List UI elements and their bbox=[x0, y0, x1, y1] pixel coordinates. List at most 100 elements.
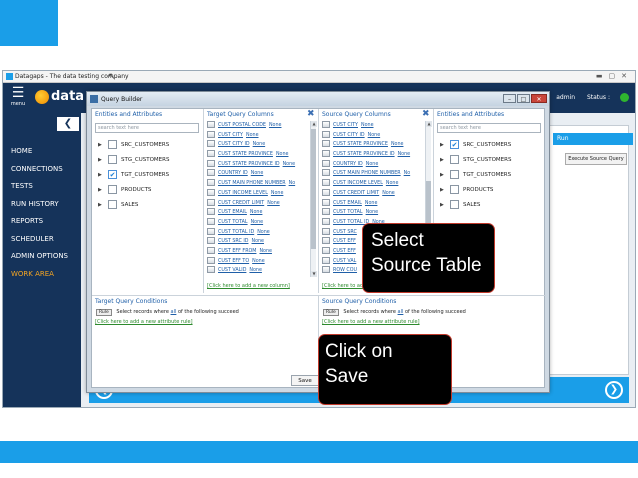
checkbox[interactable] bbox=[108, 155, 117, 164]
sidebar-item-work-area[interactable]: WORK AREA bbox=[11, 266, 79, 284]
column-name-link[interactable]: CUST POSTAL CODE bbox=[218, 123, 266, 128]
column-row[interactable]: CUST VALID None bbox=[207, 266, 295, 276]
column-row[interactable]: CUST TOTAL None bbox=[322, 208, 410, 218]
target-entity-row[interactable]: ▶ STG_CUSTOMERS bbox=[98, 154, 169, 166]
column-row[interactable]: CUST POSTAL CODE None bbox=[207, 121, 295, 131]
column-drag-handle-icon[interactable] bbox=[322, 256, 330, 264]
column-name-link[interactable]: ROW COU bbox=[333, 268, 357, 273]
column-drag-handle-icon[interactable] bbox=[207, 266, 215, 274]
column-name-link[interactable]: CUST EFF FROM bbox=[218, 249, 256, 254]
column-name-link[interactable]: CUST MAIN PHONE NUMBER bbox=[333, 171, 401, 176]
column-name-link[interactable]: COUNTRY ID bbox=[218, 171, 248, 176]
scroll-thumb[interactable] bbox=[311, 129, 316, 249]
source-columns-tool-icon[interactable]: ✖ bbox=[422, 109, 430, 119]
expand-arrow-icon[interactable]: ▶ bbox=[98, 184, 108, 196]
column-drag-handle-icon[interactable] bbox=[207, 140, 215, 148]
expand-arrow-icon[interactable]: ▶ bbox=[98, 169, 108, 181]
expand-arrow-icon[interactable]: ▶ bbox=[440, 154, 450, 166]
column-drag-handle-icon[interactable] bbox=[207, 169, 215, 177]
column-row[interactable]: CUST CITY ID None bbox=[322, 130, 410, 141]
column-row[interactable]: CUST MAIN PHONE NUMBER No bbox=[322, 169, 410, 179]
checkbox[interactable] bbox=[450, 200, 459, 209]
column-drag-handle-icon[interactable] bbox=[207, 256, 215, 264]
checked-checkbox-icon[interactable]: ✔ bbox=[450, 140, 459, 149]
source-quantifier-link[interactable]: all bbox=[398, 309, 404, 315]
source-entity-row[interactable]: ▶ PRODUCTS bbox=[440, 184, 493, 196]
column-aggregate-link[interactable]: None bbox=[366, 162, 379, 167]
column-aggregate-link[interactable]: None bbox=[253, 142, 266, 147]
column-aggregate-link[interactable]: No bbox=[289, 181, 296, 186]
column-drag-handle-icon[interactable] bbox=[322, 150, 330, 158]
column-row[interactable]: CUST CREDIT LIMIT None bbox=[207, 198, 295, 209]
target-entity-row[interactable]: ▶ SRC_CUSTOMERS bbox=[98, 139, 169, 151]
column-name-link[interactable]: CUST STATE PROVINCE ID bbox=[333, 152, 395, 157]
column-drag-handle-icon[interactable] bbox=[207, 130, 215, 138]
expand-arrow-icon[interactable]: ▶ bbox=[440, 169, 450, 181]
column-row[interactable]: CUST EMAIL None bbox=[322, 198, 410, 209]
add-target-column-link[interactable]: [Click here to add a new column] bbox=[207, 283, 290, 289]
sidebar-item-connections[interactable]: CONNECTIONS bbox=[11, 161, 79, 179]
column-name-link[interactable]: CUST VALID bbox=[218, 268, 246, 273]
column-drag-handle-icon[interactable] bbox=[322, 246, 330, 254]
column-aggregate-link[interactable]: None bbox=[251, 171, 264, 176]
column-row[interactable]: CUST CITY None bbox=[322, 121, 410, 131]
column-row[interactable]: CUST STATE PROVINCE None bbox=[322, 140, 410, 150]
window-controls[interactable]: ▬▢✕ bbox=[596, 72, 633, 80]
scroll-up-icon[interactable]: ▲ bbox=[311, 121, 317, 127]
column-aggregate-link[interactable]: None bbox=[276, 152, 289, 157]
column-name-link[interactable]: CUST EFF bbox=[333, 249, 356, 254]
checkbox[interactable] bbox=[450, 155, 459, 164]
column-name-link[interactable]: CUST EMAIL bbox=[333, 201, 362, 206]
column-name-link[interactable]: CUST SRC bbox=[333, 230, 357, 235]
source-entities-search-input[interactable]: search text here bbox=[437, 123, 541, 133]
column-name-link[interactable]: CUST CITY bbox=[218, 133, 243, 138]
column-name-link[interactable]: CUST TOTAL bbox=[218, 220, 248, 225]
source-entity-row[interactable]: ▶ TGT_CUSTOMERS bbox=[440, 169, 511, 181]
sidebar-item-home[interactable]: HOME bbox=[11, 143, 79, 161]
column-drag-handle-icon[interactable] bbox=[207, 237, 215, 245]
column-drag-handle-icon[interactable] bbox=[322, 208, 330, 216]
target-entity-row[interactable]: ▶ ✔ TGT_CUSTOMERS bbox=[98, 169, 169, 181]
column-drag-handle-icon[interactable] bbox=[207, 217, 215, 225]
maximize-icon[interactable]: □ bbox=[517, 94, 530, 103]
column-drag-handle-icon[interactable] bbox=[207, 198, 215, 206]
column-name-link[interactable]: CUST STATE PROVINCE ID bbox=[218, 162, 280, 167]
column-row[interactable]: CUST SRC ID None bbox=[207, 237, 295, 247]
column-name-link[interactable]: CUST CITY ID bbox=[333, 133, 365, 138]
target-rule-button[interactable]: Rule bbox=[96, 309, 112, 316]
column-drag-handle-icon[interactable] bbox=[322, 179, 330, 187]
column-row[interactable]: CUST EFF TO None bbox=[207, 256, 295, 267]
sidebar-item-run-history[interactable]: RUN HISTORY bbox=[11, 196, 79, 214]
column-aggregate-link[interactable]: None bbox=[391, 142, 404, 147]
checkbox[interactable] bbox=[450, 170, 459, 179]
column-drag-handle-icon[interactable] bbox=[207, 208, 215, 216]
column-aggregate-link[interactable]: None bbox=[257, 230, 270, 235]
target-entity-row[interactable]: ▶ SALES bbox=[98, 199, 138, 211]
user-name[interactable]: admin bbox=[556, 94, 575, 101]
column-drag-handle-icon[interactable] bbox=[322, 130, 330, 138]
column-row[interactable]: COUNTRY ID None bbox=[207, 169, 295, 179]
column-row[interactable]: CUST CREDIT LIMIT None bbox=[322, 188, 410, 199]
column-row[interactable]: CUST EMAIL None bbox=[207, 208, 295, 218]
scroll-down-icon[interactable]: ▼ bbox=[311, 271, 317, 277]
column-aggregate-link[interactable]: None bbox=[267, 201, 280, 206]
column-aggregate-link[interactable]: None bbox=[249, 268, 262, 273]
column-drag-handle-icon[interactable] bbox=[207, 227, 215, 235]
collapse-sidebar-button[interactable]: ❮ bbox=[57, 117, 79, 131]
checkbox[interactable] bbox=[108, 200, 117, 209]
column-name-link[interactable]: CUST CITY ID bbox=[218, 142, 250, 147]
column-row[interactable]: COUNTRY ID None bbox=[322, 159, 410, 170]
column-aggregate-link[interactable]: None bbox=[386, 181, 399, 186]
source-rule-button[interactable]: Rule bbox=[323, 309, 339, 316]
column-aggregate-link[interactable]: None bbox=[269, 123, 282, 128]
column-aggregate-link[interactable]: None bbox=[251, 220, 264, 225]
checkbox[interactable] bbox=[108, 185, 117, 194]
column-drag-handle-icon[interactable] bbox=[322, 121, 330, 128]
save-button[interactable]: Save bbox=[291, 375, 319, 386]
minimize-icon[interactable]: – bbox=[503, 94, 516, 103]
close-icon[interactable]: ✕ bbox=[531, 94, 547, 103]
column-aggregate-link[interactable]: None bbox=[361, 123, 374, 128]
target-entities-search-input[interactable]: search text here bbox=[95, 123, 199, 133]
column-drag-handle-icon[interactable] bbox=[207, 121, 215, 128]
column-aggregate-link[interactable]: None bbox=[259, 249, 272, 254]
